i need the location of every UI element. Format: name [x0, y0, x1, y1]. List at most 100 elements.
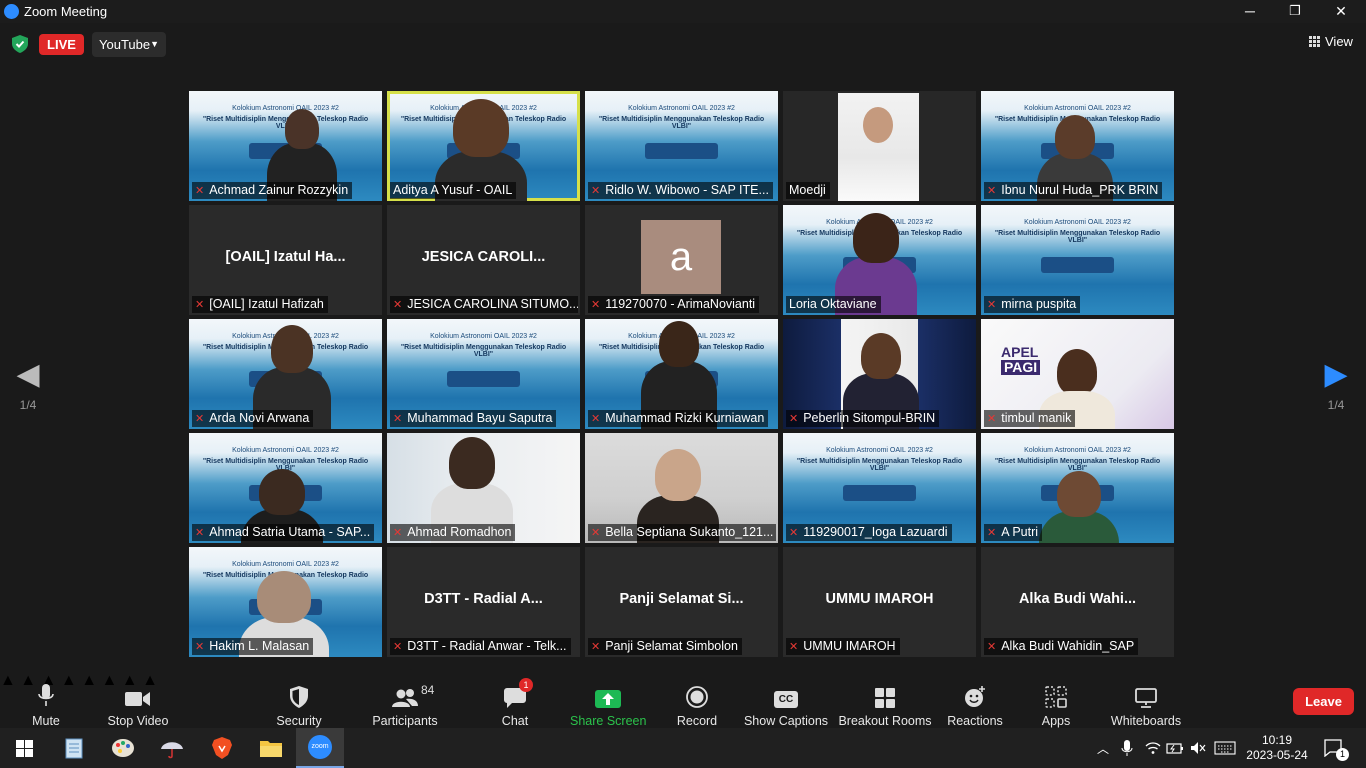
participant-name-tag: ✕ Ahmad Romadhon	[390, 524, 516, 541]
taskbar-paint-app[interactable]	[99, 728, 147, 768]
clock-time: 10:19	[1261, 733, 1293, 747]
participant-tile[interactable]: Kolokium Astronomi OAIL 2023 #2"Riset Mu…	[189, 547, 382, 657]
whiteboards-button[interactable]: Whiteboards	[1109, 672, 1183, 728]
taskbar-clock[interactable]: 10:19 2023-05-24	[1246, 733, 1308, 763]
participant-tile[interactable]: a ✕ 119270070 - ArimaNovianti	[585, 205, 778, 315]
participant-tile[interactable]: Kolokium Astronomi OAIL 2023 #2"Riset Mu…	[585, 319, 778, 429]
participant-face	[655, 449, 701, 501]
battery-charging-icon[interactable]	[1166, 741, 1184, 755]
security-button[interactable]: Security	[273, 672, 325, 728]
keyboard-input-icon[interactable]	[1214, 741, 1236, 755]
tray-microphone-icon[interactable]	[1121, 740, 1133, 757]
folder-icon	[260, 741, 282, 757]
banner-subtitle: "Riset Multidisiplin Menggunakan Telesko…	[994, 230, 1161, 244]
participant-display-name: UMMU IMAROH	[825, 591, 934, 607]
banner-title: Kolokium Astronomi OAIL 2023 #2	[628, 105, 735, 112]
participant-tile[interactable]: Kolokium Astronomi OAIL 2023 #2"Riset Mu…	[387, 319, 580, 429]
security-label: Security	[276, 714, 322, 728]
banner-date-box	[1041, 257, 1114, 273]
participant-tile[interactable]: Kolokium Astronomi OAIL 2023 #2"Riset Mu…	[783, 205, 976, 315]
participant-tile[interactable]: ✕ Ahmad Romadhon	[387, 433, 580, 543]
participant-face	[1055, 115, 1095, 159]
show-captions-button[interactable]: CC Show Captions	[743, 672, 829, 728]
muted-microphone-icon: ✕	[393, 413, 403, 425]
muted-microphone-icon: ✕	[591, 413, 601, 425]
participant-tile[interactable]: Kolokium Astronomi OAIL 2023 #2"Riset Mu…	[189, 91, 382, 201]
participant-tile[interactable]: APEL PAGI ✕ timbul manik	[981, 319, 1174, 429]
taskbar-zoom-app[interactable]: zoom	[296, 728, 344, 768]
participant-name-tag: ✕ Arda Novi Arwana	[192, 410, 314, 427]
live-badge[interactable]: LIVE	[39, 34, 84, 55]
participant-name-tag: Moedji	[786, 182, 830, 199]
participant-tile[interactable]: Kolokium Astronomi OAIL 2023 #2"Riset Mu…	[387, 91, 580, 201]
audio-options-chevron-icon[interactable]: ▲	[0, 672, 16, 689]
encryption-shield-icon[interactable]	[12, 35, 28, 53]
chat-unread-badge: 1	[519, 678, 533, 692]
taskbar-brave-browser[interactable]	[198, 728, 246, 768]
taskbar-umbrella-app[interactable]	[148, 728, 196, 768]
participant-name: Moedji	[789, 183, 826, 197]
participant-tile[interactable]: ✕ Bella Septiana Sukanto_121...	[585, 433, 778, 543]
participant-tile[interactable]: Alka Budi Wahi... ✕ Alka Budi Wahidin_SAP	[981, 547, 1174, 657]
muted-microphone-icon: ✕	[393, 299, 403, 311]
share-options-chevron-icon[interactable]: ▲	[81, 672, 97, 689]
participant-tile[interactable]: Kolokium Astronomi OAIL 2023 #2"Riset Mu…	[981, 205, 1174, 315]
participant-name: Ibnu Nurul Huda_PRK BRIN	[1001, 183, 1159, 197]
participant-name: Aditya A Yusuf - OAIL	[393, 183, 513, 197]
participant-tile[interactable]: Kolokium Astronomi OAIL 2023 #2"Riset Mu…	[189, 433, 382, 543]
next-page-control[interactable]: ▶ 1/4	[1321, 358, 1351, 412]
participant-tile[interactable]: [OAIL] Izatul Ha... ✕ [OAIL] Izatul Hafiza…	[189, 205, 382, 315]
participants-count: 84	[421, 683, 435, 697]
participant-tile[interactable]: Kolokium Astronomi OAIL 2023 #2"Riset Mu…	[189, 319, 382, 429]
speaker-muted-icon[interactable]	[1190, 741, 1206, 755]
reactions-button[interactable]: Reactions	[946, 672, 1004, 728]
prev-page-control[interactable]: ◀ 1/4	[13, 358, 43, 412]
participant-face	[861, 333, 901, 379]
participant-tile[interactable]: D3TT - Radial A... ✕ D3TT - Radial Anwar -…	[387, 547, 580, 657]
stop-video-button[interactable]: Stop Video	[104, 672, 172, 728]
participant-tile[interactable]: Kolokium Astronomi OAIL 2023 #2"Riset Mu…	[585, 91, 778, 201]
share-screen-button[interactable]: Share Screen	[570, 672, 646, 728]
view-button[interactable]: View	[1309, 34, 1353, 49]
taskbar-file-explorer[interactable]	[247, 728, 295, 768]
participant-name: Ahmad Romadhon	[407, 525, 512, 539]
participant-display-name: D3TT - Radial A...	[424, 591, 543, 607]
participant-tile[interactable]: JESICA CAROLI... ✕ JESICA CAROLINA SITUMO.…	[387, 205, 580, 315]
close-button[interactable]: ✕	[1321, 1, 1361, 21]
participant-tile[interactable]: Panji Selamat Si... ✕ Panji Selamat Simbol…	[585, 547, 778, 657]
mute-button[interactable]: Mute	[22, 672, 70, 728]
apps-button[interactable]: Apps	[1036, 672, 1076, 728]
participant-display-name: JESICA CAROLI...	[421, 249, 546, 265]
participant-tile[interactable]: Kolokium Astronomi OAIL 2023 #2"Riset Mu…	[783, 433, 976, 543]
left-arrow-icon[interactable]: ◀	[13, 358, 43, 392]
participant-display-name: Alka Budi Wahi...	[1018, 591, 1137, 607]
right-arrow-icon[interactable]: ▶	[1321, 358, 1351, 392]
minimize-button[interactable]: ─	[1230, 1, 1270, 21]
start-button[interactable]	[0, 728, 48, 768]
windows-logo-icon	[15, 739, 33, 757]
participant-tile[interactable]: Kolokium Astronomi OAIL 2023 #2"Riset Mu…	[981, 433, 1174, 543]
participant-tile[interactable]: Moedji	[783, 91, 976, 201]
participants-button[interactable]: Participants	[370, 672, 440, 728]
mute-label: Mute	[32, 714, 60, 728]
participant-tile[interactable]: Kolokium Astronomi OAIL 2023 #2"Riset Mu…	[981, 91, 1174, 201]
captions-cc-icon: CC	[774, 691, 798, 708]
taskbar-notepad-app[interactable]	[50, 728, 98, 768]
muted-microphone-icon: ✕	[987, 413, 997, 425]
participant-name-tag: ✕ Ridlo W. Wibowo - SAP ITE...	[588, 182, 773, 199]
breakout-rooms-button[interactable]: Breakout Rooms	[838, 672, 932, 728]
participant-name-tag: ✕ timbul manik	[984, 410, 1076, 427]
restore-button[interactable]: ❐	[1275, 1, 1315, 21]
participant-tile[interactable]: ✕ Peberlin Sitompul-BRIN	[783, 319, 976, 429]
record-button[interactable]: Record	[674, 672, 720, 728]
participant-name-tag: ✕ JESICA CAROLINA SITUMO...	[390, 296, 578, 313]
participant-face	[1057, 471, 1101, 517]
window-titlebar: Zoom Meeting ─ ❐ ✕	[0, 0, 1366, 23]
muted-microphone-icon: ✕	[591, 527, 601, 539]
show-hidden-icons-chevron-icon[interactable]: ︿	[1097, 740, 1109, 757]
participant-tile[interactable]: UMMU IMAROH ✕ UMMU IMAROH	[783, 547, 976, 657]
network-wifi-icon[interactable]	[1145, 741, 1161, 755]
participant-name-tag: ✕ A Putri	[984, 524, 1043, 541]
leave-button[interactable]: Leave	[1293, 688, 1354, 715]
stream-target-dropdown[interactable]: YouTube ▼	[92, 32, 166, 57]
